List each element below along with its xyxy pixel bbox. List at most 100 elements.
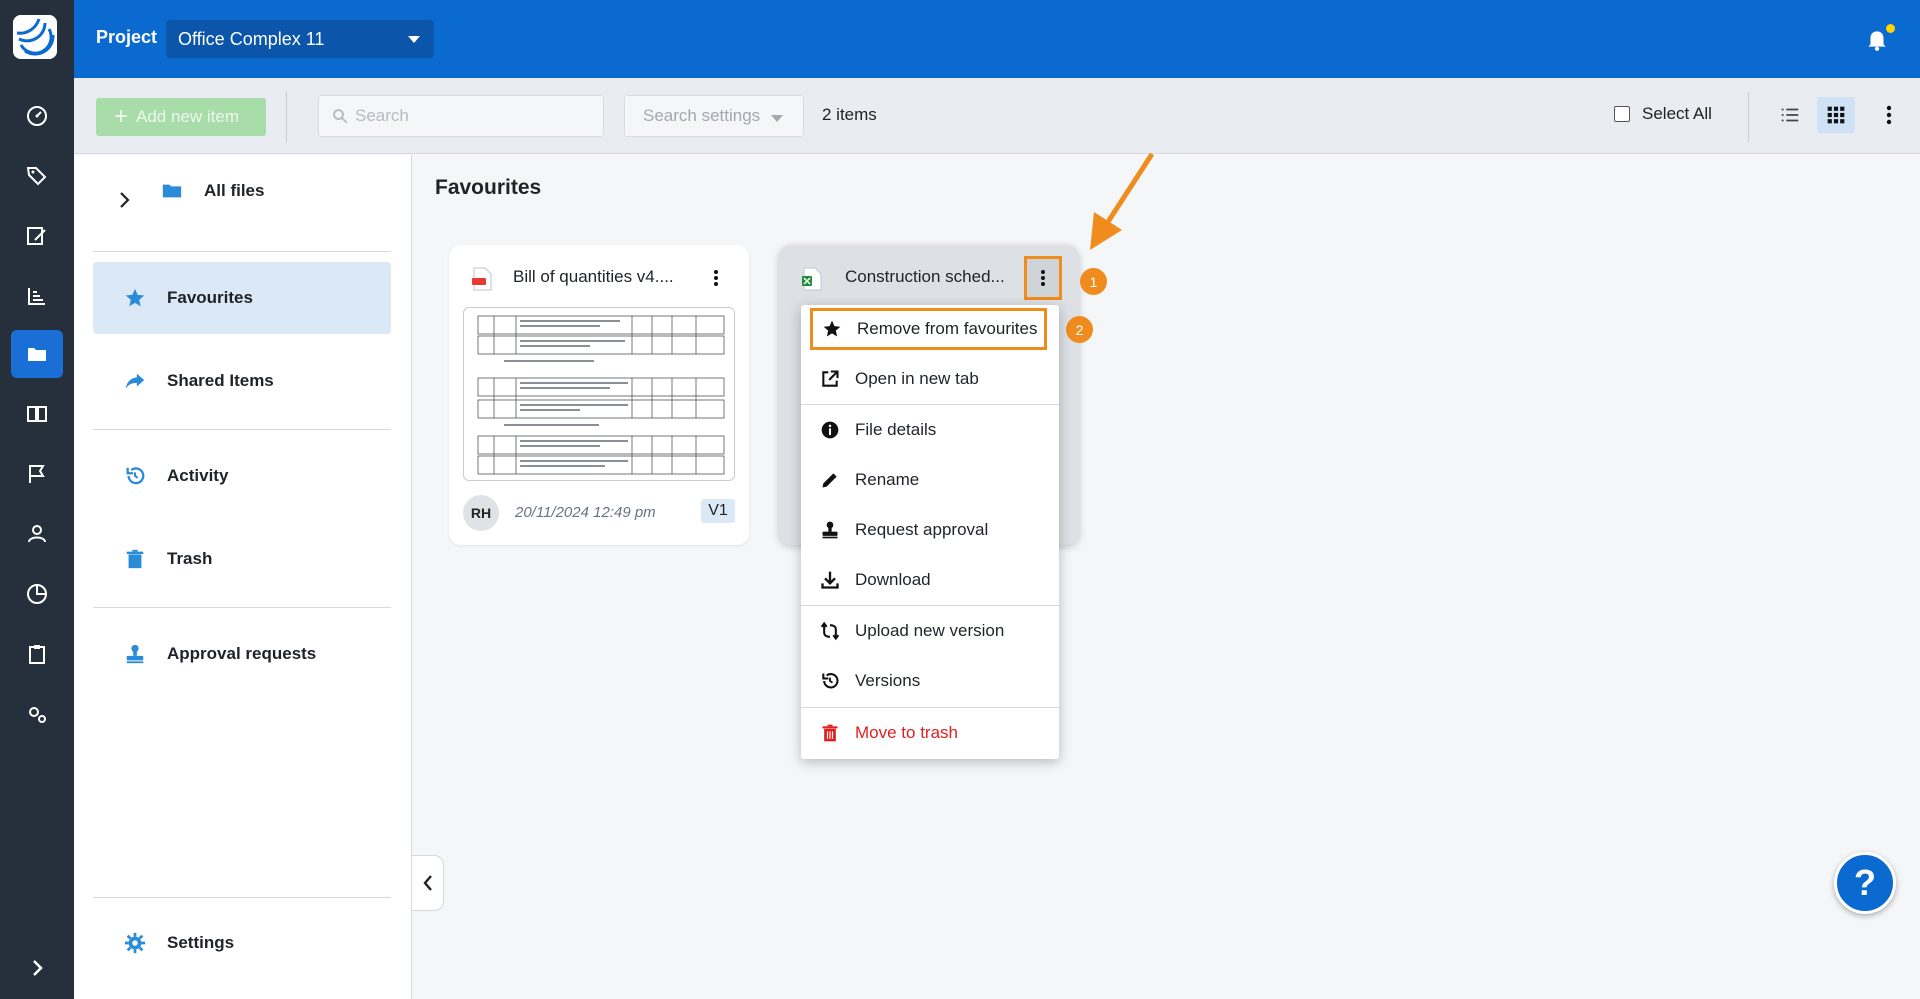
chevron-right-icon[interactable] [11,944,63,992]
menu-item-versions[interactable]: Versions [801,656,1059,706]
menu-item-rename[interactable]: Rename [801,455,1059,505]
user-icon[interactable] [11,510,63,558]
sidebar-item-approval-requests[interactable]: Approval requests [93,618,391,690]
project-label: Project [96,27,158,47]
add-new-item-button[interactable]: + Add new item [96,98,266,136]
search-settings-dropdown[interactable]: Search settings [624,95,804,137]
menu-item-label: Download [855,570,931,589]
notification-dot [1886,24,1895,33]
excel-icon [802,267,822,291]
gear-icon [123,931,147,955]
sidebar-item-label: Settings [167,933,235,952]
search-settings-label: Search settings [643,106,761,125]
flag-icon[interactable] [11,450,63,498]
step-badge: 1 [1080,268,1107,295]
file-menu-button[interactable] [1024,256,1062,300]
chart-icon[interactable] [11,272,63,320]
menu-item-remove-from-favourites[interactable]: Remove from favourites [810,308,1047,350]
star-icon [123,286,147,310]
file-thumbnail[interactable] [463,307,735,481]
sidebar-item-trash[interactable]: Trash [93,523,391,595]
menu-item-label: Versions [855,671,921,690]
sidebar-item-favourites[interactable]: Favourites [93,262,391,334]
sidebar-item-label: Activity [167,466,229,485]
more-options-button[interactable] [1874,97,1904,133]
menu-item-label: File details [855,420,937,439]
book-icon[interactable] [11,390,63,438]
info-icon [819,419,841,441]
dashboard-icon[interactable] [11,92,63,140]
toolbar: + Add new item Search settings 2 items S… [74,78,1920,154]
sidebar-divider [93,251,391,252]
document-preview-icon [477,315,725,475]
collapse-sidebar-button[interactable] [412,855,444,911]
app-logo[interactable] [13,15,57,59]
stamp-icon [123,642,147,666]
folder-icon [160,179,184,203]
step-badge: 2 [1066,316,1093,343]
toolbar-divider [1748,92,1749,142]
sidebar-item-activity[interactable]: Activity [93,440,391,512]
grid-icon [1827,106,1845,124]
menu-item-file-details[interactable]: File details [801,405,1059,455]
chevron-left-icon [422,875,432,891]
share-icon [123,369,147,393]
sidebar-item-label: Shared Items [167,371,274,390]
search-box[interactable] [318,95,604,137]
plus-icon: + [114,103,129,130]
menu-item-request-approval[interactable]: Request approval [801,505,1059,555]
sidebar-item-shared-items[interactable]: Shared Items [93,345,391,417]
list-icon [1781,108,1799,122]
menu-item-open-in-new-tab[interactable]: Open in new tab [801,354,1059,404]
page-title: Favourites [435,176,542,199]
search-input[interactable] [355,106,585,126]
clipboard-icon[interactable] [11,630,63,678]
menu-item-label: Upload new version [855,621,1005,640]
project-select[interactable]: Office Complex 11 [166,20,434,58]
pencil-icon [819,469,841,491]
menu-item-label: Remove from favourites [857,319,1038,338]
kebab-icon [1041,270,1045,286]
sidebar-divider [93,429,391,430]
caret-down-icon [771,115,783,122]
download-icon [819,569,841,591]
history-icon [819,670,841,692]
file-menu-button[interactable] [701,263,731,293]
sidebar-item-all-files[interactable]: All files [134,155,384,227]
gears-icon[interactable] [11,690,63,738]
file-card[interactable]: Bill of quantities v4.... RH 20/11/2024 … [449,245,749,545]
toolbar-divider [286,92,287,142]
chevron-right-icon[interactable] [118,191,132,209]
project-name: Office Complex 11 [178,28,325,49]
select-all-checkbox[interactable] [1614,106,1630,122]
menu-item-move-to-trash[interactable]: Move to trash [801,708,1059,758]
menu-item-upload-new-version[interactable]: Upload new version [801,606,1059,656]
pie-chart-icon[interactable] [11,570,63,618]
select-all[interactable]: Select All [1614,104,1712,124]
file-date: 20/11/2024 12:49 pm [515,504,656,521]
items-count: 2 items [822,105,877,124]
menu-item-download[interactable]: Download [801,555,1059,605]
help-button[interactable]: ? [1834,852,1896,914]
menu-item-label: Move to trash [855,723,958,742]
annotation-arrow-icon [1090,152,1155,250]
signature-icon[interactable] [11,212,63,260]
file-name: Construction sched... [845,267,1005,286]
menu-item-label: Request approval [855,520,989,539]
folder-icon[interactable] [11,330,63,378]
list-view-button[interactable] [1771,97,1809,133]
sidebar-item-settings[interactable]: Settings [93,907,391,979]
grid-view-button[interactable] [1817,97,1855,133]
add-new-item-label: Add new item [136,107,240,126]
side-panel: All files Favourites Shared Items Activi… [74,155,412,999]
tags-icon[interactable] [11,152,63,200]
file-context-menu: Remove from favourites Open in new tab F… [801,305,1059,759]
version-badge[interactable]: V1 [701,499,735,523]
external-link-icon [819,368,841,390]
sidebar-item-label: Approval requests [167,644,317,663]
kebab-icon [1886,105,1892,125]
sidebar-divider [93,897,391,898]
sidebar-divider [93,607,391,608]
file-name: Bill of quantities v4.... [513,267,674,286]
search-icon [333,109,348,124]
